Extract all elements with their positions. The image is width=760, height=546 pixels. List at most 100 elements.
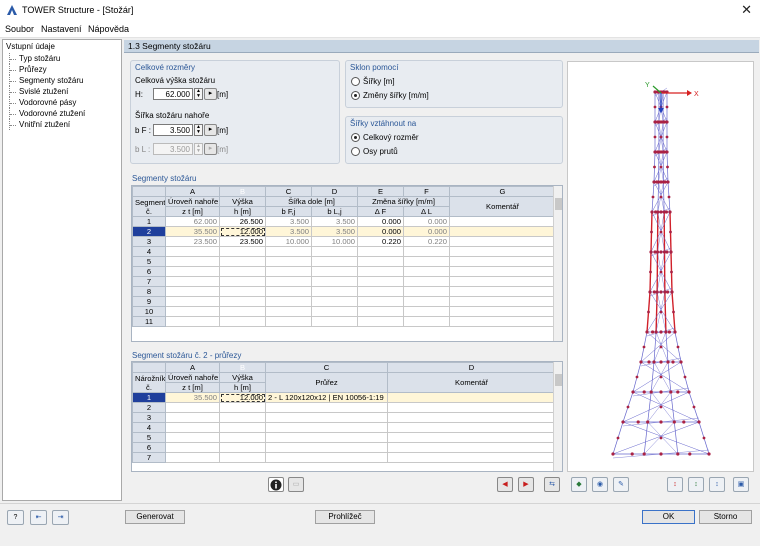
table-cell[interactable] (165, 286, 220, 297)
row-number[interactable]: 6 (132, 266, 166, 277)
nav-root[interactable]: Vstupní údaje (6, 42, 55, 51)
next-button[interactable]: ▶ (518, 477, 534, 492)
slope-width-label[interactable]: Šířky [m] (363, 77, 395, 86)
view-z-button[interactable]: ↕ (709, 477, 725, 492)
table-cell[interactable]: 35.500 (165, 226, 220, 237)
table-cell[interactable] (403, 246, 450, 257)
table-cell[interactable] (357, 296, 404, 307)
view-settings-button[interactable]: ✎ (613, 477, 629, 492)
table-row[interactable]: 6 (132, 266, 556, 277)
widths-overall-radio[interactable] (351, 133, 360, 142)
table-cell[interactable] (165, 432, 220, 443)
widths-axes-label[interactable]: Osy prutů (363, 147, 398, 156)
segments-table[interactable]: A B C D E F G Segment č. Úroveň nahoře V… (132, 186, 556, 327)
col-letter[interactable]: A (165, 362, 220, 373)
table-cell[interactable]: 3.500 (265, 216, 312, 227)
table-cell[interactable] (265, 286, 312, 297)
table-cell[interactable] (311, 276, 358, 287)
table-cell[interactable] (265, 306, 312, 317)
table-cell[interactable] (449, 276, 556, 287)
table-row[interactable]: 11 (132, 316, 556, 327)
table-cell[interactable] (219, 422, 266, 433)
table-cell[interactable]: 3.500 (311, 216, 358, 227)
table-cell[interactable] (311, 306, 358, 317)
table-cell[interactable] (449, 216, 556, 227)
table-cell[interactable] (165, 316, 220, 327)
table-cell[interactable] (265, 266, 312, 277)
row-number[interactable]: 1 (132, 216, 166, 227)
table-cell[interactable] (449, 256, 556, 267)
col-letter[interactable]: D (387, 362, 556, 373)
generate-button[interactable]: Generovat (125, 510, 185, 524)
table-row[interactable]: 3 (132, 412, 556, 423)
table-cell[interactable] (311, 266, 358, 277)
previous-button[interactable]: ◀ (497, 477, 513, 492)
table-cell[interactable] (403, 256, 450, 267)
table-cell[interactable] (357, 276, 404, 287)
table-cell[interactable] (165, 266, 220, 277)
row-number[interactable]: 11 (132, 316, 166, 327)
table-cell[interactable] (265, 402, 388, 413)
table-cell[interactable] (403, 306, 450, 317)
table-cell[interactable] (219, 276, 266, 287)
table-cell[interactable] (265, 432, 388, 443)
table-cell[interactable] (265, 256, 312, 267)
nav-item-typ-stozaru[interactable]: Typ stožáru (9, 53, 60, 64)
table-row[interactable]: 4 (132, 422, 556, 433)
table-row[interactable]: 5 (132, 432, 556, 443)
table-cell[interactable]: 23.500 (165, 236, 220, 247)
table-cell[interactable]: 35.500 (165, 392, 220, 403)
row-number[interactable]: 8 (132, 286, 166, 297)
slope-width-radio[interactable] (351, 77, 360, 86)
table-cell[interactable] (449, 246, 556, 257)
table-cell[interactable] (265, 452, 388, 463)
cancel-button[interactable]: Storno (699, 510, 752, 524)
col-letter[interactable]: C (265, 186, 312, 197)
table-cell[interactable]: 3.500 (265, 226, 312, 237)
widths-overall-label[interactable]: Celkový rozměr (363, 133, 419, 142)
table-cell[interactable] (165, 422, 220, 433)
table-cell[interactable]: 10.000 (311, 236, 358, 247)
table-cell[interactable]: 26.500 (219, 216, 266, 227)
view-x-button[interactable]: ↕ (667, 477, 683, 492)
table-cell[interactable] (219, 286, 266, 297)
import-button[interactable]: ⇤ (30, 510, 47, 525)
row-number[interactable]: 3 (132, 412, 166, 423)
table-cell[interactable] (357, 266, 404, 277)
table-cell[interactable] (387, 402, 556, 413)
table-cell[interactable] (357, 306, 404, 317)
col-letter[interactable]: B (219, 186, 266, 197)
table-row[interactable]: 8 (132, 286, 556, 297)
table-cell[interactable] (449, 296, 556, 307)
table-cell[interactable] (357, 286, 404, 297)
table-cell[interactable]: 3.500 (311, 226, 358, 237)
table-cell[interactable] (449, 266, 556, 277)
row-number[interactable]: 9 (132, 296, 166, 307)
table-cell[interactable] (265, 276, 312, 287)
table-cell[interactable] (403, 296, 450, 307)
table-cell[interactable] (165, 296, 220, 307)
segments-scrollbar[interactable] (553, 186, 562, 341)
table-cell[interactable]: 0.000 (403, 216, 450, 227)
row-number[interactable]: 1 (132, 392, 166, 403)
table-cell[interactable] (357, 316, 404, 327)
table-cell[interactable] (387, 442, 556, 453)
table-cell[interactable]: 0.220 (357, 236, 404, 247)
nav-item-svisle-ztuzeni[interactable]: Svislé ztužení (9, 86, 68, 97)
h-input[interactable]: 62.000 (153, 88, 193, 100)
nav-item-segmenty[interactable]: Segmenty stožáru (9, 75, 83, 86)
table-cell[interactable] (403, 286, 450, 297)
table-cell[interactable] (265, 442, 388, 453)
tower-3d-view[interactable]: XY (567, 61, 754, 472)
table-cell[interactable] (265, 246, 312, 257)
table-cell[interactable]: 0.000 (403, 226, 450, 237)
row-number[interactable]: 2 (132, 402, 166, 413)
table-row[interactable]: 4 (132, 246, 556, 257)
table-cell[interactable]: 23.500 (219, 236, 266, 247)
col-letter[interactable]: C (265, 362, 388, 373)
table-row[interactable]: 10 (132, 306, 556, 317)
table-cell[interactable] (265, 412, 388, 423)
table-row[interactable]: 9 (132, 296, 556, 307)
col-letter[interactable]: B (219, 362, 266, 373)
table-row[interactable]: 1 35.500 12.000 2 - L 120x120x12 | EN 10056… (132, 392, 556, 403)
